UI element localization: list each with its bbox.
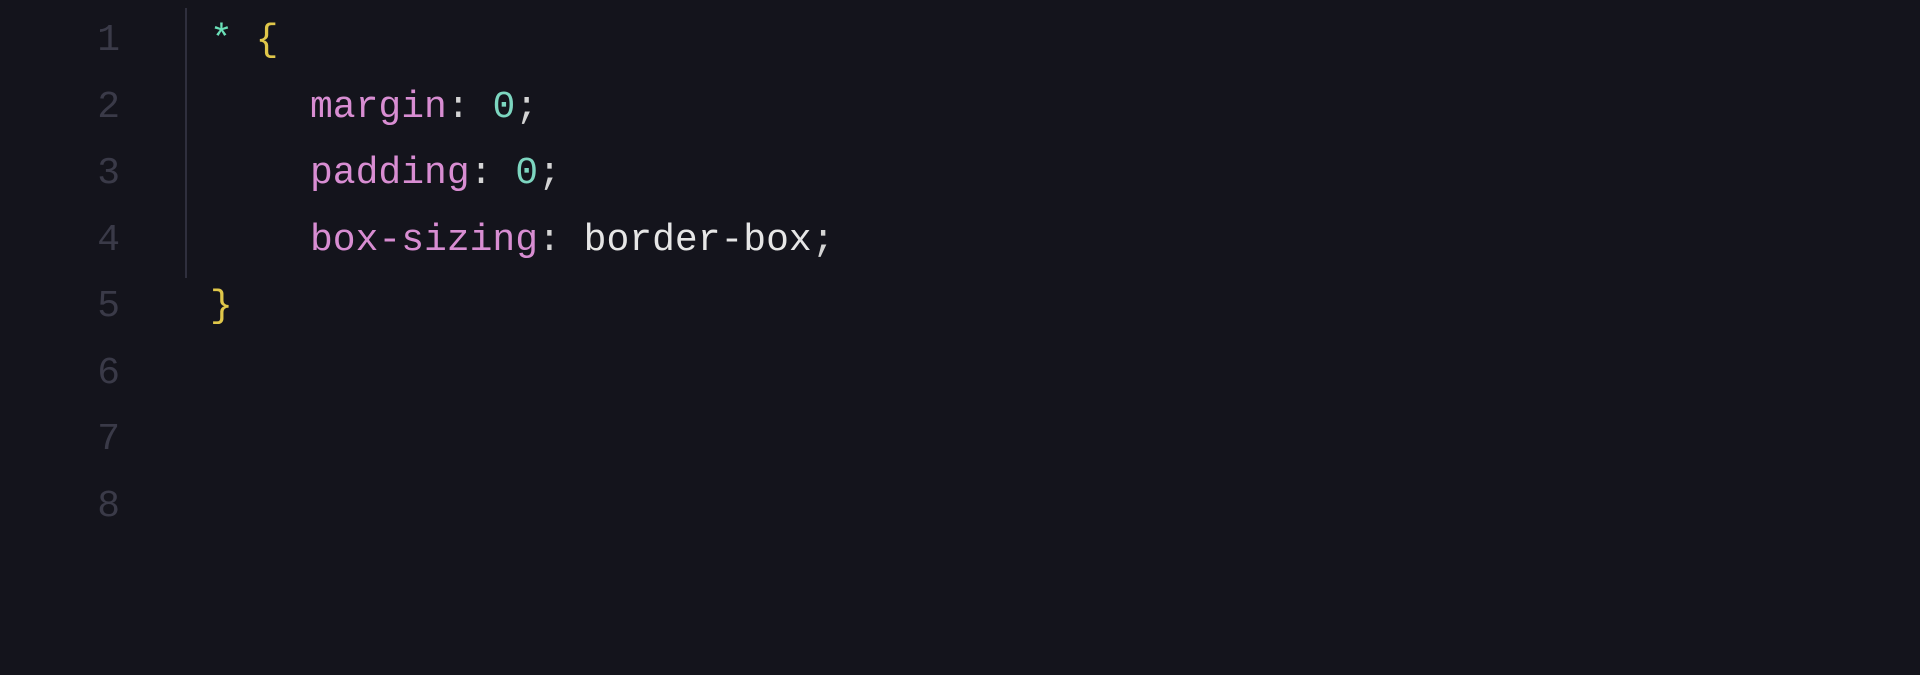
- line-number: 8: [0, 474, 120, 541]
- line-number-gutter: 1 2 3 4 5 6 7 8: [0, 8, 155, 675]
- line-number: 2: [0, 75, 120, 142]
- line-number: 5: [0, 274, 120, 341]
- line-number: 6: [0, 341, 120, 408]
- brace-close-token: }: [210, 285, 233, 328]
- brace-open-token: {: [256, 19, 279, 62]
- code-content[interactable]: * { margin: 0; padding: 0; box-sizing: b…: [155, 8, 1920, 675]
- line-number: 4: [0, 208, 120, 275]
- line-number: 7: [0, 407, 120, 474]
- code-line-3[interactable]: padding: 0;: [210, 141, 1920, 208]
- line-number: 3: [0, 141, 120, 208]
- line-number: 1: [0, 8, 120, 75]
- css-selector-token: *: [210, 19, 233, 62]
- css-number-token: 0: [492, 86, 515, 129]
- css-property-token: padding: [310, 152, 470, 195]
- css-value-token: border-box: [584, 219, 812, 262]
- code-line-8[interactable]: [210, 474, 1920, 541]
- code-line-6[interactable]: [210, 341, 1920, 408]
- css-property-token: box-sizing: [310, 219, 538, 262]
- css-number-token: 0: [515, 152, 538, 195]
- code-line-7[interactable]: [210, 407, 1920, 474]
- code-line-2[interactable]: margin: 0;: [210, 75, 1920, 142]
- css-property-token: margin: [310, 86, 447, 129]
- code-editor[interactable]: 1 2 3 4 5 6 7 8 * { margin: 0; padding: …: [0, 0, 1920, 675]
- code-line-4[interactable]: box-sizing: border-box;: [210, 208, 1920, 275]
- code-line-5[interactable]: }: [210, 274, 1920, 341]
- code-line-1[interactable]: * {: [210, 8, 1920, 75]
- indent-guide: [185, 8, 187, 278]
